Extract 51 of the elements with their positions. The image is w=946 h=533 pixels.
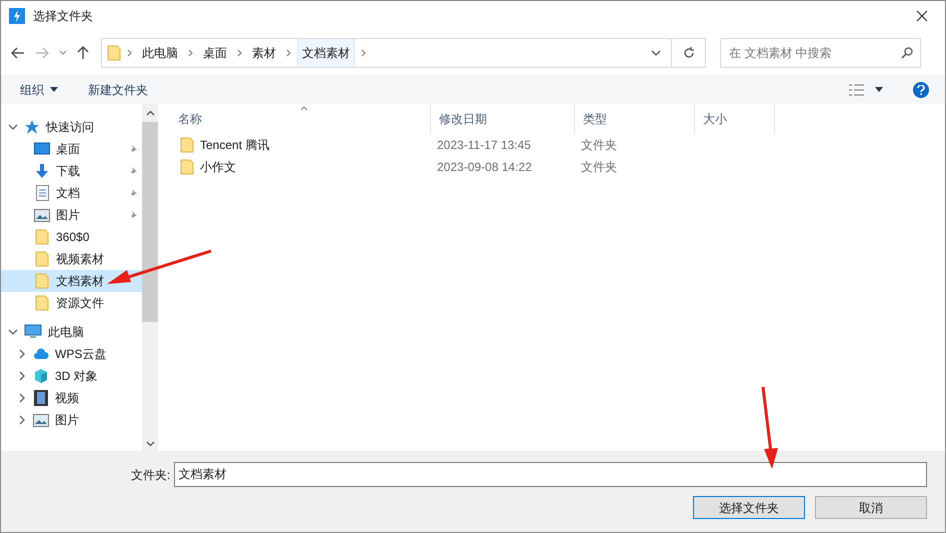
window-title: 选择文件夹	[33, 8, 93, 25]
nav-item[interactable]: 3D 对象	[1, 365, 142, 387]
breadcrumb-item[interactable]: 素材	[248, 39, 280, 67]
nav-item[interactable]: 文档素材	[1, 270, 142, 292]
nav-item[interactable]: 此电脑	[1, 321, 142, 343]
nav-label: 下载	[56, 163, 80, 180]
nav-item[interactable]: 文档	[1, 182, 142, 204]
table-cell-text: 2023-11-17 13:45	[436, 137, 532, 154]
search-field[interactable]: 在 文档素材 中搜索	[720, 38, 921, 68]
breadcrumb-item[interactable]: 文档素材	[297, 39, 355, 67]
nav-item[interactable]: 快速访问	[1, 116, 142, 138]
nav-item[interactable]: WPS云盘	[1, 343, 142, 365]
file-name[interactable]: 小作文	[200, 158, 236, 176]
nav-item[interactable]: 视频素材	[1, 248, 142, 270]
nav-label: 资源文件	[56, 295, 104, 312]
table-cell-text: 文件夹	[580, 159, 618, 176]
nav-label: 360$0	[56, 229, 90, 246]
nav-item[interactable]: 桌面	[1, 138, 142, 160]
select-folder-button[interactable]: 选择文件夹	[693, 496, 805, 519]
file-name[interactable]: Tencent 腾讯	[200, 136, 270, 154]
nav-item[interactable]: 视频	[1, 387, 142, 409]
column-header[interactable]: 修改日期	[431, 104, 575, 134]
organize-menu[interactable]: 组织	[20, 80, 58, 98]
nav-item[interactable]: 图片	[1, 204, 142, 226]
nav-label: 图片	[55, 412, 79, 429]
address-bar[interactable]: 此电脑 桌面 素材 文档素材	[101, 38, 706, 68]
column-header[interactable]: 名称	[170, 104, 431, 134]
nav-item[interactable]: 下载	[1, 160, 142, 182]
column-header[interactable]: 类型	[575, 104, 695, 134]
nav-label: 文档素材	[56, 273, 104, 290]
table-cell-text: 文件夹	[580, 137, 618, 154]
nav-item[interactable]: 360$0	[1, 226, 142, 248]
field-label: 文件夹:	[131, 466, 170, 484]
nav-label: WPS云盘	[55, 346, 106, 363]
folder-name-field[interactable]: 文档素材	[174, 462, 927, 487]
nav-label: 视频	[55, 390, 79, 407]
breadcrumb-item[interactable]: 此电脑	[138, 39, 182, 67]
nav-label: 此电脑	[48, 324, 84, 341]
nav-label: 桌面	[56, 141, 80, 158]
nav-label: 3D 对象	[55, 368, 98, 385]
nav-item[interactable]: 资源文件	[1, 292, 142, 314]
nav-label: 视频素材	[56, 251, 104, 268]
nav-label: 图片	[56, 207, 80, 224]
new-folder-button[interactable]: 新建文件夹	[88, 80, 148, 98]
nav-item[interactable]: 图片	[1, 409, 142, 431]
column-header[interactable]: 大小	[695, 104, 775, 134]
breadcrumb-item[interactable]: 桌面	[199, 39, 231, 67]
cancel-button[interactable]: 取消	[815, 496, 927, 519]
nav-label: 文档	[56, 185, 80, 202]
nav-label: 快速访问	[46, 119, 94, 136]
table-cell-text: 2023-09-08 14:22	[436, 159, 533, 176]
